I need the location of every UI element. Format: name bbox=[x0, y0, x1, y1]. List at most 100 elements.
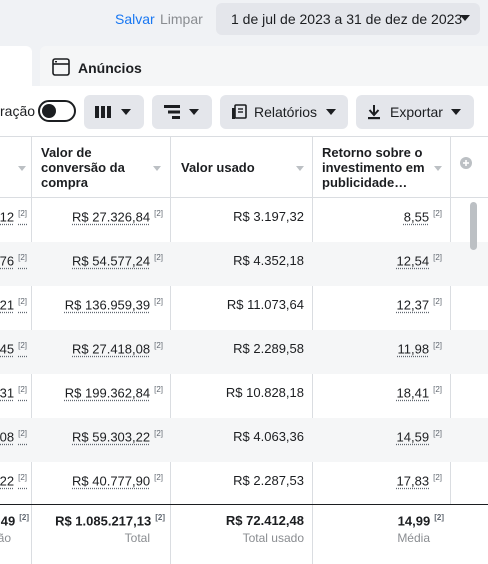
footnote-marker: [2] bbox=[433, 473, 442, 482]
caret-down-icon bbox=[189, 109, 199, 116]
table-totals-row: 49 [2] ão R$ 1.085.217,13 [2] Total R$ 72.… bbox=[0, 504, 488, 564]
date-range-picker[interactable]: 1 de jul de 2023 a 31 de dez de 2023 bbox=[216, 3, 480, 35]
column-divider bbox=[312, 137, 313, 199]
row-left-fragment: 45 [2] bbox=[0, 341, 27, 356]
row-conversion-value[interactable]: R$ 27.326,84 [2] bbox=[72, 209, 163, 224]
sort-caret-icon[interactable] bbox=[296, 166, 304, 171]
caret-down-icon bbox=[460, 15, 470, 22]
total-conversion-label: Total bbox=[125, 531, 150, 545]
column-header-conversion-value[interactable]: Valor de conversão da compra bbox=[41, 145, 151, 190]
sort-caret-icon[interactable] bbox=[434, 166, 442, 171]
row-amount-spent: R$ 3.197,32 bbox=[233, 209, 304, 224]
column-header-roas[interactable]: Retorno sobre o investimento em publicid… bbox=[322, 145, 434, 190]
footnote-marker: [2] bbox=[433, 385, 442, 394]
row-conversion-value[interactable]: R$ 199.362,84 [2] bbox=[65, 385, 163, 400]
columns-icon bbox=[95, 106, 111, 118]
save-link[interactable]: Salvar bbox=[115, 11, 155, 27]
row-roas[interactable]: 12,54 [2] bbox=[397, 253, 442, 268]
ad-icon bbox=[52, 58, 70, 76]
download-icon bbox=[367, 104, 381, 120]
footnote-marker: [2] bbox=[433, 429, 442, 438]
export-button[interactable]: Exportar bbox=[356, 95, 474, 129]
date-range-label: 1 de jul de 2023 a 31 de dez de 2023 bbox=[231, 11, 462, 27]
row-left-fragment: 76 [2] bbox=[0, 253, 27, 268]
caret-down-icon bbox=[326, 109, 336, 116]
footnote-marker: [2] bbox=[434, 513, 444, 522]
row-amount-spent: R$ 4.352,18 bbox=[233, 253, 304, 268]
export-label: Exportar bbox=[390, 104, 443, 120]
footnote-marker: [2] bbox=[155, 513, 165, 522]
row-roas[interactable]: 12,37 [2] bbox=[397, 297, 442, 312]
row-conversion-value[interactable]: R$ 54.577,24 [2] bbox=[72, 253, 163, 268]
table-row[interactable]: 12 [2] R$ 27.326,84 [2] R$ 3.197,32 8,55 [2] bbox=[0, 198, 488, 242]
footnote-marker: [2] bbox=[433, 341, 442, 350]
footnote-marker: [2] bbox=[154, 473, 163, 482]
comparison-toggle[interactable] bbox=[38, 100, 76, 122]
column-divider bbox=[31, 505, 32, 564]
column-divider bbox=[312, 505, 313, 564]
sort-caret-icon[interactable] bbox=[18, 166, 26, 171]
row-roas[interactable]: 18,41 [2] bbox=[397, 385, 442, 400]
total-amount-spent-label: Total usado bbox=[243, 531, 304, 545]
row-amount-spent: R$ 2.289,58 bbox=[233, 341, 304, 356]
footnote-marker: [2] bbox=[154, 209, 163, 218]
ads-table-panel: ração Relatórios Exportar Valor de conve… bbox=[0, 86, 488, 564]
row-conversion-value[interactable]: R$ 136.959,39 [2] bbox=[65, 297, 163, 312]
total-roas-label: Média bbox=[397, 531, 430, 545]
total-conversion-value: R$ 1.085.217,13 [2] bbox=[55, 513, 165, 528]
footnote-marker: [2] bbox=[433, 253, 442, 262]
row-roas[interactable]: 17,83 [2] bbox=[397, 473, 442, 488]
table-toolbar: ração Relatórios Exportar bbox=[0, 86, 488, 136]
top-bar: Salvar Limpar 1 de jul de 2023 a 31 de d… bbox=[0, 0, 488, 40]
caret-down-icon bbox=[451, 109, 461, 116]
footnote-marker: [2] bbox=[154, 253, 163, 262]
table-header-row: Valor de conversão da compra Valor usado… bbox=[0, 136, 488, 198]
footnote-marker: [2] bbox=[18, 297, 27, 306]
row-amount-spent: R$ 4.063,36 bbox=[233, 429, 304, 444]
row-roas[interactable]: 11,98 [2] bbox=[398, 341, 442, 356]
clear-link[interactable]: Limpar bbox=[160, 11, 203, 27]
vertical-scrollbar[interactable] bbox=[470, 202, 477, 250]
column-header-amount-spent[interactable]: Valor usado bbox=[181, 160, 291, 175]
row-amount-spent: R$ 11.073,64 bbox=[227, 297, 304, 312]
footnote-marker: [2] bbox=[18, 253, 27, 262]
columns-button[interactable] bbox=[84, 95, 144, 129]
table-row[interactable]: 45 [2] R$ 27.418,08 [2] R$ 2.289,58 11,98 [2] bbox=[0, 330, 488, 374]
total-amount-spent: R$ 72.412,48 bbox=[226, 513, 304, 528]
row-left-fragment: 22 [2] bbox=[0, 473, 27, 488]
row-conversion-value[interactable]: R$ 40.777,90 [2] bbox=[72, 473, 163, 488]
footnote-marker: [2] bbox=[154, 429, 163, 438]
table-row[interactable]: 08 [2] R$ 59.303,22 [2] R$ 4.063,36 14,59 [2] bbox=[0, 418, 488, 462]
total-left-fragment: 49 [2] bbox=[1, 513, 29, 528]
column-divider bbox=[31, 137, 32, 199]
row-amount-spent: R$ 10.828,18 bbox=[226, 385, 304, 400]
row-left-fragment: 12 [2] bbox=[0, 209, 27, 224]
breakdown-icon bbox=[164, 105, 180, 119]
row-amount-spent: R$ 2.287,53 bbox=[233, 473, 304, 488]
tab-ads-label: Anúncios bbox=[78, 60, 142, 76]
table-row[interactable]: 22 [2] R$ 40.777,90 [2] R$ 2.287,53 17,83 [2] bbox=[0, 462, 488, 506]
table-row[interactable]: 76 [2] R$ 54.577,24 [2] R$ 4.352,18 12,54 [2] bbox=[0, 242, 488, 286]
sort-caret-icon[interactable] bbox=[153, 166, 161, 171]
total-left-sub-fragment: ão bbox=[0, 531, 11, 545]
column-divider bbox=[170, 505, 171, 564]
row-roas[interactable]: 14,59 [2] bbox=[397, 429, 442, 444]
toggle-knob bbox=[42, 104, 56, 118]
row-conversion-value[interactable]: R$ 27.418,08 [2] bbox=[72, 341, 163, 356]
caret-down-icon bbox=[121, 109, 131, 116]
table-row[interactable]: 31 [2] R$ 199.362,84 [2] R$ 10.828,18 18,41 [2… bbox=[0, 374, 488, 418]
row-left-fragment: 31 [2] bbox=[0, 385, 27, 400]
add-column-icon[interactable] bbox=[460, 157, 472, 169]
row-conversion-value[interactable]: R$ 59.303,22 [2] bbox=[72, 429, 163, 444]
row-left-fragment: 21 [2] bbox=[0, 297, 27, 312]
column-divider bbox=[170, 137, 171, 199]
row-left-fragment: 08 [2] bbox=[0, 429, 27, 444]
footnote-marker: [2] bbox=[154, 297, 163, 306]
comparison-label: ração bbox=[0, 103, 35, 119]
column-divider bbox=[450, 137, 451, 199]
footnote-marker: [2] bbox=[433, 209, 442, 218]
breakdown-button[interactable] bbox=[152, 95, 212, 129]
table-row[interactable]: 21 [2] R$ 136.959,39 [2] R$ 11.073,64 12,37 [2… bbox=[0, 286, 488, 330]
reports-button[interactable]: Relatórios bbox=[220, 95, 348, 129]
row-roas[interactable]: 8,55 [2] bbox=[404, 209, 442, 224]
